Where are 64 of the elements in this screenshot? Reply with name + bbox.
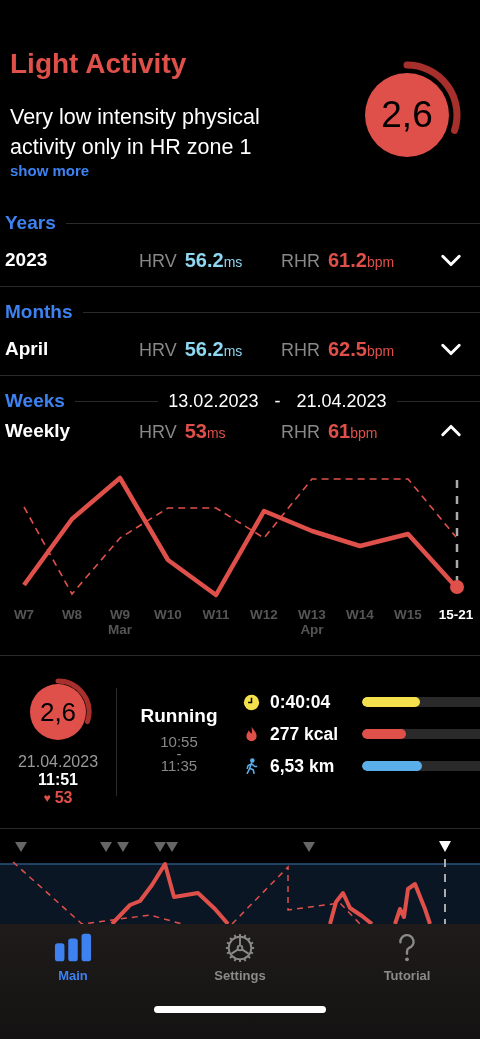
marker-icon[interactable]: [166, 842, 178, 852]
week-label[interactable]: W13: [298, 607, 326, 622]
tab-bar-item[interactable]: Settings: [205, 932, 275, 983]
selected-marker-icon[interactable]: [439, 841, 451, 852]
week-label[interactable]: W14: [346, 607, 374, 622]
clock-icon: [243, 693, 260, 711]
activity-date: 21.04.2023: [17, 753, 99, 771]
show-more-link[interactable]: show more: [10, 162, 90, 179]
rhr-value: 61.2bpm: [328, 248, 395, 272]
metric-label: RHR: [281, 339, 320, 361]
week-label[interactable]: W8: [61, 607, 83, 622]
period-label: 2023: [5, 249, 49, 271]
score-badge: 2,6: [30, 684, 86, 740]
marker-icon[interactable]: [154, 842, 166, 852]
week-label[interactable]: 15-21: [438, 607, 474, 622]
metric-label: HRV: [139, 421, 177, 443]
hrv-value: 56.2ms: [184, 248, 243, 272]
tab-bar-item[interactable]: Main: [38, 932, 108, 983]
metric-value: 277 kcal: [270, 723, 340, 745]
metric-label: HRV: [139, 250, 177, 272]
marker-icon[interactable]: [117, 842, 129, 852]
section-heading: Weeks: [5, 390, 65, 412]
score-badge: 2,6: [365, 73, 449, 157]
time-separator: -: [176, 749, 182, 759]
activity-title: Light Activity: [10, 48, 187, 80]
marker-icon[interactable]: [100, 842, 112, 852]
end-time: 11:35: [160, 759, 198, 773]
section-heading: Years: [5, 212, 56, 234]
date-range-end: 21.04.2023: [296, 390, 387, 412]
bar-chart-icon: [54, 932, 92, 964]
metric-label: RHR: [281, 250, 320, 272]
month-label: Apr: [300, 622, 324, 637]
activity-time: 11:51: [37, 771, 78, 789]
flame-icon: [243, 725, 260, 743]
metric-value: 6,53 km: [270, 755, 336, 777]
period-label: April: [5, 338, 50, 360]
week-label[interactable]: W10: [154, 607, 182, 622]
cursor-line: [444, 858, 446, 924]
month-label: Mar: [108, 622, 132, 637]
section-heading: Months: [5, 301, 73, 323]
tab-bar-item[interactable]: Tutorial: [372, 932, 442, 983]
metric-label: HRV: [139, 339, 177, 361]
rhr-value: 61bpm: [328, 419, 378, 443]
metric-label: RHR: [281, 421, 320, 443]
week-label[interactable]: W12: [250, 607, 278, 622]
week-label[interactable]: W7: [13, 607, 35, 622]
marker-icon[interactable]: [15, 842, 27, 852]
hrv-value: 53ms: [184, 419, 226, 443]
walking-person-icon: [243, 757, 260, 775]
activity-name: Running: [140, 705, 218, 727]
heart-rate-value: 53: [54, 789, 73, 807]
week-label[interactable]: W11: [202, 607, 230, 622]
heart-icon: ♥: [43, 791, 51, 805]
activity-description: Very low intensity physical activity only in HR zone 1: [10, 104, 261, 161]
week-label[interactable]: W15: [394, 607, 422, 622]
hrv-value: 56.2ms: [184, 337, 243, 361]
metric-value: 0:40:04: [270, 691, 332, 713]
date-range-separator: -: [273, 390, 282, 412]
date-range-start: 13.02.2023: [168, 390, 259, 412]
period-label: Weekly: [5, 420, 72, 442]
start-time: 10:55: [160, 735, 198, 749]
marker-icon[interactable]: [303, 842, 315, 852]
rhr-value: 62.5bpm: [328, 337, 395, 361]
week-label[interactable]: W9: [109, 607, 131, 622]
